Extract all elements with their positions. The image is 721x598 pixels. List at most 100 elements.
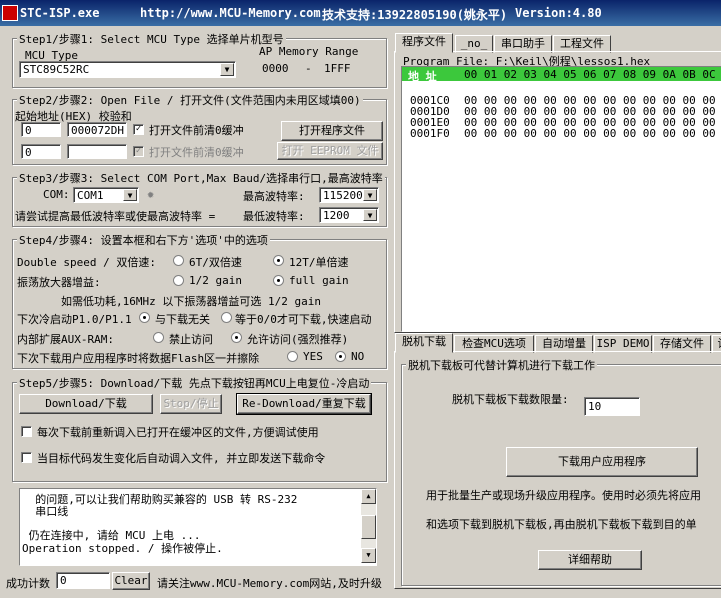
hex-viewer[interactable]: 地 址 00 01 02 03 04 05 06 07 08 09 0A 0B … [401, 66, 721, 332]
radio-deny[interactable] [153, 332, 164, 343]
mcu-type-value: STC89C52RC [23, 63, 90, 76]
min-baud-value: 1200 [323, 209, 350, 222]
min-baud-select[interactable]: 1200 ▼ [319, 207, 379, 223]
tab-program-file[interactable]: 程序文件 [395, 33, 453, 53]
step1-caption: Step1/步骤1: Select MCU Type 选择单片机型号 [17, 31, 286, 47]
step2-group: Step2/步骤2: Open File / 打开文件(文件范围内未用区域填00… [12, 92, 387, 165]
radio-12t-label: 12T/单倍速 [289, 256, 349, 269]
open-program-file-button[interactable]: 打开程序文件 [281, 121, 383, 141]
dropdown-arrow-icon[interactable]: ▼ [363, 209, 377, 221]
step4-group: Step4/步骤4: 设置本框和右下方'选项'中的选项 Double speed… [12, 232, 387, 369]
radio-no-relation[interactable] [139, 312, 150, 323]
success-count-field: 0 [56, 572, 110, 589]
baud-hint: 请尝试提高最低波特率或使最高波特率 = [15, 210, 216, 223]
title-version: Version:4.80 [515, 6, 602, 20]
aux-ram-label: 内部扩展AUX-RAM: [17, 333, 114, 346]
min-baud-label: 最低波特率: [243, 210, 305, 223]
upgrade-notice: 请关注www.MCU-Memory.com网站,及时升级 [157, 577, 382, 590]
clear-button[interactable]: Clear [112, 572, 150, 590]
ap-end: 1FFF [324, 62, 351, 75]
radio-yes[interactable] [287, 351, 298, 362]
clear-eeprom-buffer-checkbox[interactable]: ✓ [133, 146, 144, 157]
offline-description-2: 和选项下载到脱机下载板,再由脱机下载板下载到目的单 [426, 518, 697, 531]
com-port-value: COM1 [77, 189, 104, 202]
open-eeprom-file-button[interactable]: 打开 EEPROM 文件 [277, 142, 383, 160]
success-count-label: 成功计数 [6, 577, 50, 590]
app-title: STC-ISP.exe [20, 6, 100, 20]
radio-deny-label: 禁止访问 [169, 333, 213, 346]
scroll-down-icon[interactable]: ▼ [361, 548, 376, 563]
radio-no-relation-label: 与下载无关 [155, 313, 210, 326]
clear-buffer-label: 打开文件前清0缓冲 [149, 124, 244, 137]
mcu-type-select[interactable]: STC89C52RC ▼ [19, 61, 236, 78]
offline-limit-label: 脱机下载板下载数限量: [452, 393, 569, 406]
clear-buffer-checkbox[interactable]: ✓ [133, 124, 144, 135]
hex-header-columns: 00 01 02 03 04 05 06 07 08 09 0A 0B 0C 0… [464, 68, 721, 81]
step4-caption: Step4/步骤4: 设置本框和右下方'选项'中的选项 [17, 232, 270, 248]
radio-allow[interactable] [231, 332, 242, 343]
amp-gain-label: 振荡放大器增益: [17, 276, 101, 289]
auto-load-label: 当目标代码发生变化后自动调入文件, 并立即发送下载命令 [37, 452, 326, 465]
download-button[interactable]: Download/下载 [19, 394, 153, 414]
amp-note: 如需低功耗,16MHz 以下振荡器增益可选 1/2 gain [61, 295, 321, 308]
program-file-panel: Program File: F:\Keil\例程\lessos1.hex 地 址… [394, 51, 721, 333]
cold-start-label: 下次冷启动P1.0/P1.1 [17, 313, 132, 326]
step2-caption: Step2/步骤2: Open File / 打开文件(文件范围内未用区域填00… [17, 92, 363, 108]
reload-before-download-label: 每次下载前重新调入已打开在缓冲区的文件,方便调试使用 [37, 426, 319, 439]
title-bar: STC-ISP.exe http://www.MCU-Memory.com 技术… [0, 0, 721, 26]
reload-before-download-checkbox[interactable] [21, 426, 32, 437]
step1-group: Step1/步骤1: Select MCU Type 选择单片机型号 MCU T… [12, 31, 387, 88]
redownload-button[interactable]: Re-Download/重复下载 [236, 393, 372, 415]
com-port-select[interactable]: COM1 ▼ [73, 187, 139, 203]
eeprom-checksum-field [67, 144, 127, 159]
radio-no[interactable] [335, 351, 346, 362]
log-area[interactable]: 的问题,可以让我们帮助购买兼容的 USB 转 RS-232 串口线 仍在连接中,… [19, 488, 377, 566]
radio-half-gain[interactable] [173, 275, 184, 286]
log-line: Operation stopped. / 操作被停止. [22, 542, 223, 555]
radio-allow-label: 允许访问(强烈推荐) [247, 333, 349, 346]
max-baud-select[interactable]: 115200 ▼ [319, 187, 379, 203]
eeprom-address-input[interactable]: 0 [21, 144, 61, 159]
title-support: 技术支持:13922805190(姚永平) [322, 8, 508, 22]
radio-yes-label: YES [303, 350, 323, 363]
tab-offline-download[interactable]: 脱机下载 [395, 333, 453, 353]
flash-erase-label: 下次下载用户应用程序时将数据Flash区一并擦除 [17, 352, 260, 365]
scroll-up-icon[interactable]: ▲ [361, 489, 376, 504]
step3-group: Step3/步骤3: Select COM Port,Max Baud/选择串行… [12, 170, 387, 227]
stop-button[interactable]: Stop/停止 [160, 394, 222, 414]
radio-equal-zero-label: 等于0/0才可下载,快速启动 [235, 313, 372, 326]
scroll-thumb[interactable] [361, 515, 376, 539]
max-baud-label: 最高波特率: [243, 190, 305, 203]
offline-limit-input[interactable]: 10 [584, 397, 640, 416]
radio-equal-zero[interactable] [221, 312, 232, 323]
radio-half-gain-label: 1/2 gain [189, 274, 242, 287]
log-line: 串口线 [22, 505, 69, 518]
radio-no-label: NO [351, 350, 365, 363]
download-user-app-button[interactable]: 下载用户应用程序 [506, 447, 698, 477]
offline-description-1: 用于批量生产或现场升级应用程序。使用时必须先将应用 [426, 489, 701, 502]
ap-memory-label: AP Memory Range [259, 45, 359, 58]
ap-start: 0000 [262, 62, 289, 75]
connection-status-icon: ✹ [147, 187, 155, 201]
dropdown-arrow-icon[interactable]: ▼ [363, 189, 377, 201]
ap-dash: - [305, 62, 312, 75]
hex-row-address: 0001F0 [410, 127, 450, 140]
offline-group: 脱机下载板可代替计算机进行下载工作 脱机下载板下载数限量: 10 下载用户应用程… [401, 357, 721, 586]
start-address-input[interactable]: 0 [21, 122, 61, 137]
step5-caption: Step5/步骤5: Download/下载 先点下载按钮再MCU上电复位-冷启… [17, 375, 372, 391]
hex-row-bytes: 00 00 00 00 00 00 00 00 00 00 00 00 00 0… [464, 127, 721, 140]
auto-load-checkbox[interactable] [21, 452, 32, 463]
double-speed-label: Double speed / 双倍速: [17, 256, 156, 269]
hex-header-address: 地 址 [408, 70, 437, 83]
detailed-help-button[interactable]: 详细帮助 [538, 550, 642, 570]
checksum-field: 000072DH [67, 122, 127, 137]
radio-full-gain[interactable] [273, 275, 284, 286]
title-url: http://www.MCU-Memory.com [140, 6, 321, 20]
dropdown-arrow-icon[interactable]: ▼ [220, 63, 234, 76]
offline-download-panel: 脱机下载板可代替计算机进行下载工作 脱机下载板下载数限量: 10 下载用户应用程… [394, 351, 721, 589]
offline-caption: 脱机下载板可代替计算机进行下载工作 [406, 357, 597, 373]
radio-6t[interactable] [173, 255, 184, 266]
radio-12t[interactable] [273, 255, 284, 266]
dropdown-arrow-icon[interactable]: ▼ [123, 189, 137, 201]
log-scrollbar[interactable]: ▲ ▼ [361, 489, 376, 563]
